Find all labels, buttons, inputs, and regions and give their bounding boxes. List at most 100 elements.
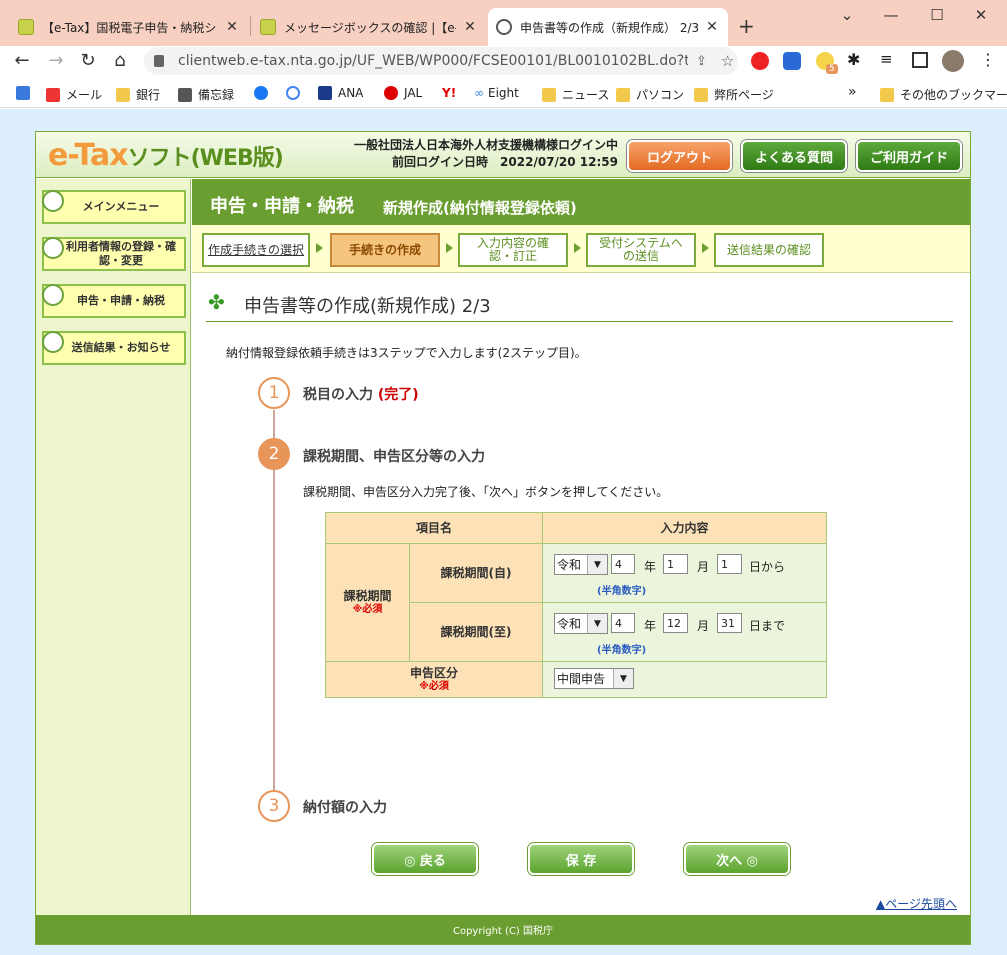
from-year-input[interactable]: 4 — [611, 554, 635, 574]
side-panel-icon[interactable] — [912, 52, 928, 68]
page-title: 申告書等の作成(新規作成) 2/3 — [244, 296, 491, 317]
bookmark-firm[interactable]: 弊所ページ — [694, 86, 774, 103]
sidebar-item-user-info[interactable]: 利用者情報の登録・確認・変更 — [42, 237, 186, 271]
year-label: 年 — [644, 560, 657, 574]
arrow-up-icon: ▲ — [876, 897, 886, 911]
tab-active-form[interactable]: 申告書等の作成（新規作成） 2/3 ✕ — [488, 8, 728, 46]
puzzle-icon[interactable]: ✱ — [847, 50, 860, 69]
bookmark-jal[interactable]: JAL — [384, 86, 422, 100]
bookmark-yahoo[interactable]: Y! — [442, 86, 456, 100]
new-tab-button[interactable]: + — [738, 14, 755, 38]
step-send: 受付システムへの送信 — [586, 233, 696, 267]
home-icon[interactable]: ⌂ — [108, 50, 132, 71]
last-login: 前回ログイン日時 2022/07/20 12:59 — [392, 155, 618, 169]
hankaku-hint: (半角数字) — [597, 586, 647, 597]
step-1-title: 税目の入力 (完了) — [303, 387, 419, 403]
extension-blue-icon[interactable] — [783, 52, 801, 70]
login-info: 一般社団法人日本海外人材支援機構様ログイン中 前回ログイン日時 2022/07/… — [340, 137, 618, 171]
to-era-select[interactable]: 令和 ▼ — [554, 613, 608, 634]
step-arrow-icon — [446, 243, 453, 253]
share-icon[interactable]: ⇪ — [696, 54, 707, 69]
bookmark-facebook[interactable] — [254, 86, 274, 100]
bookmark-calendar[interactable] — [16, 86, 36, 100]
step-arrow-icon — [574, 243, 581, 253]
sidebar-item-results[interactable]: 送信結果・お知らせ — [42, 331, 186, 365]
chevron-down-icon: ▼ — [587, 614, 607, 633]
tab-etax-home[interactable]: 【e-Tax】国税電子申告・納税システ ✕ — [10, 8, 248, 46]
sidebar-item-filing[interactable]: 申告・申請・納税 — [42, 284, 186, 318]
tab-separator — [250, 16, 251, 36]
menu-icon[interactable]: ⋮ — [980, 50, 996, 69]
reload-icon[interactable]: ↻ — [76, 50, 100, 71]
back-arrow-icon[interactable]: ← — [10, 50, 34, 71]
maximize-button[interactable]: ☐ — [922, 6, 952, 24]
mail-icon — [42, 331, 64, 353]
page-top-link[interactable]: ▲ページ先頭へ — [876, 895, 957, 912]
from-day-input[interactable]: 1 — [717, 554, 742, 574]
bookmark-google[interactable] — [286, 86, 306, 100]
tab-message-box[interactable]: メッセージボックスの確認 |【e-Tax】国 ✕ — [252, 8, 486, 46]
facebook-icon — [254, 86, 268, 100]
step-select[interactable]: 作成手続きの選択 — [202, 233, 310, 267]
close-tab-icon[interactable]: ✕ — [462, 19, 478, 35]
etax-favicon-icon — [260, 19, 276, 35]
login-user: 一般社団法人日本海外人材支援機構様ログイン中 — [353, 138, 618, 152]
star-icon[interactable]: ☆ — [721, 52, 734, 70]
bookmark-other[interactable]: その他のブックマーク — [880, 86, 1007, 103]
step-arrow-icon — [316, 243, 323, 253]
next-button[interactable]: 次へ ◎ — [684, 843, 790, 875]
sidebar-item-main-menu[interactable]: メインメニュー — [42, 190, 186, 224]
folder-icon — [880, 87, 894, 102]
extension-badge: 5 — [826, 64, 838, 74]
calendar-icon — [16, 86, 30, 100]
avatar[interactable] — [942, 50, 964, 72]
folder-icon — [116, 87, 130, 102]
bookmark-eight[interactable]: ∞ Eight — [474, 86, 519, 100]
bookmark-news[interactable]: ニュース — [542, 86, 609, 103]
from-month-input[interactable]: 1 — [663, 554, 688, 574]
step-1-icon: 1 — [258, 377, 290, 409]
gear-icon — [42, 237, 64, 259]
bookmark-ana[interactable]: ANA — [318, 86, 363, 100]
guide-button[interactable]: ご利用ガイド — [856, 140, 962, 172]
chevron-right-icon[interactable]: » — [848, 84, 857, 100]
to-month-input[interactable]: 12 — [663, 613, 688, 633]
required-mark: ※必須 — [419, 680, 449, 692]
to-suffix: 日まで — [749, 619, 786, 633]
logout-button[interactable]: ログアウト — [627, 140, 732, 172]
eight-icon: ∞ — [474, 86, 484, 100]
save-button[interactable]: 保 存 — [528, 843, 634, 875]
folder-icon — [694, 87, 708, 102]
to-year-input[interactable]: 4 — [611, 613, 635, 633]
gmail-icon — [46, 87, 60, 102]
back-button[interactable]: ◎ 戻る — [372, 843, 478, 875]
chevron-down-icon: ▼ — [613, 669, 633, 688]
chevron-down-icon: ▼ — [587, 555, 607, 574]
forward-arrow-icon[interactable]: → — [44, 50, 68, 71]
to-day-input[interactable]: 31 — [717, 613, 742, 633]
kubun-select[interactable]: 中間申告 ▼ — [554, 668, 634, 689]
minimize-button[interactable]: — — [876, 6, 906, 24]
etax-favicon-icon — [18, 19, 34, 35]
memo-icon — [178, 87, 192, 102]
faq-button[interactable]: よくある質問 — [741, 140, 847, 172]
chevron-down-icon[interactable]: ⌄ — [832, 6, 862, 24]
hankaku-hint: (半角数字) — [597, 645, 647, 656]
opera-extension-icon[interactable] — [751, 52, 769, 70]
media-icon[interactable]: ≡ — [880, 50, 893, 68]
close-tab-icon[interactable]: ✕ — [224, 19, 240, 35]
close-tab-icon[interactable]: ✕ — [704, 19, 720, 35]
bookmark-bank[interactable]: 銀行 — [116, 86, 160, 103]
close-window-button[interactable]: ✕ — [966, 6, 996, 24]
step-2-instruction: 課税期間、申告区分入力完了後、「次へ」ボタンを押してください。 — [303, 485, 669, 499]
month-label: 月 — [697, 560, 710, 574]
bookmark-memo[interactable]: 備忘録 — [178, 86, 234, 103]
bookmark-pc[interactable]: パソコン — [616, 86, 684, 103]
title-divider — [206, 321, 953, 322]
address-bar[interactable]: clientweb.e-tax.nta.go.jp/UF_WEB/WP000/F… — [144, 47, 738, 75]
col-header-input: 入力内容 — [542, 512, 827, 544]
yahoo-icon: Y! — [442, 86, 457, 100]
bookmark-mail[interactable]: メール — [46, 86, 102, 103]
from-era-select[interactable]: 令和 ▼ — [554, 554, 608, 575]
year-label: 年 — [644, 619, 657, 633]
